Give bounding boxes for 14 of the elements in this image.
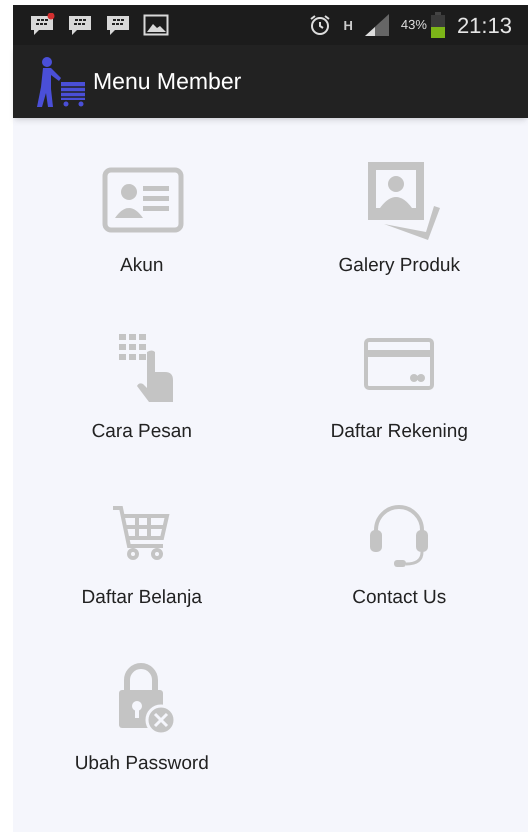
app-title: Menu Member	[93, 67, 242, 96]
menu-item[interactable]: Galery Produk	[270, 162, 528, 296]
menu-item[interactable]: Daftar Rekening	[270, 328, 528, 462]
menu-item[interactable]: Daftar Belanja	[13, 494, 270, 628]
menu-item[interactable]: Akun	[13, 162, 270, 296]
clock-time: 21:13	[456, 12, 512, 40]
alarm-clock-icon	[308, 13, 332, 37]
menu-item[interactable]: Contact Us	[270, 494, 528, 628]
network-type-label: H	[344, 18, 353, 32]
signal-icon	[364, 14, 389, 36]
battery-percent: 43%	[400, 16, 427, 34]
menu-item[interactable]: Ubah Password	[13, 660, 270, 794]
menu-item[interactable]: Cara Pesan	[13, 328, 270, 462]
battery-icon	[430, 12, 445, 38]
